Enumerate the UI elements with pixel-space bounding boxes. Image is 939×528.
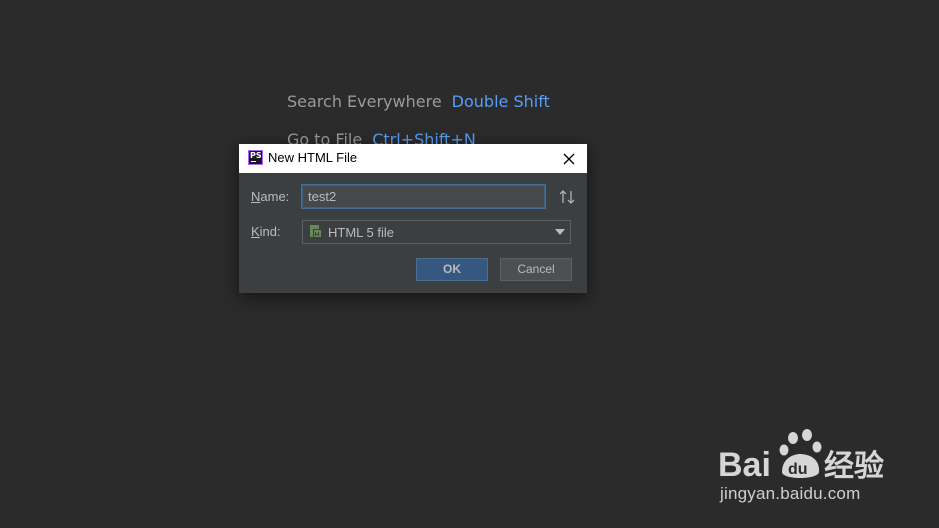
chevron-down-icon <box>555 229 565 235</box>
name-label-text: ame: <box>260 189 290 204</box>
hint-shortcut: Double Shift <box>451 92 550 111</box>
kind-label: Kind: <box>251 224 281 239</box>
kind-selected-value: HTML 5 file <box>328 225 394 240</box>
ok-button[interactable]: OK <box>416 258 488 281</box>
html-file-icon <box>310 225 322 238</box>
hint-label: Search Everywhere <box>287 92 442 111</box>
search-everywhere-hint: Search Everywhere Double Shift <box>287 92 550 111</box>
close-icon[interactable] <box>560 150 578 168</box>
dialog-titlebar[interactable]: PS New HTML File <box>239 144 587 173</box>
name-label-mnemonic: N <box>251 189 261 204</box>
name-input[interactable] <box>302 185 545 208</box>
watermark-url: jingyan.baidu.com <box>720 484 861 503</box>
sort-icon[interactable] <box>558 188 576 206</box>
kind-label-text: ind: <box>259 224 281 239</box>
kind-select[interactable]: HTML 5 file <box>302 220 571 244</box>
svg-text:经验: 经验 <box>824 449 884 484</box>
svg-text:Bai: Bai <box>718 446 771 484</box>
dialog-title: New HTML File <box>268 150 358 165</box>
cancel-button[interactable]: Cancel <box>500 258 572 281</box>
phpstorm-icon: PS <box>248 150 263 165</box>
new-html-file-dialog: PS New HTML File Name: Kind: HTML 5 file… <box>239 144 587 293</box>
name-label: Name: <box>251 189 289 204</box>
svg-text:du: du <box>788 461 808 478</box>
kind-label-mnemonic: K <box>251 224 260 239</box>
